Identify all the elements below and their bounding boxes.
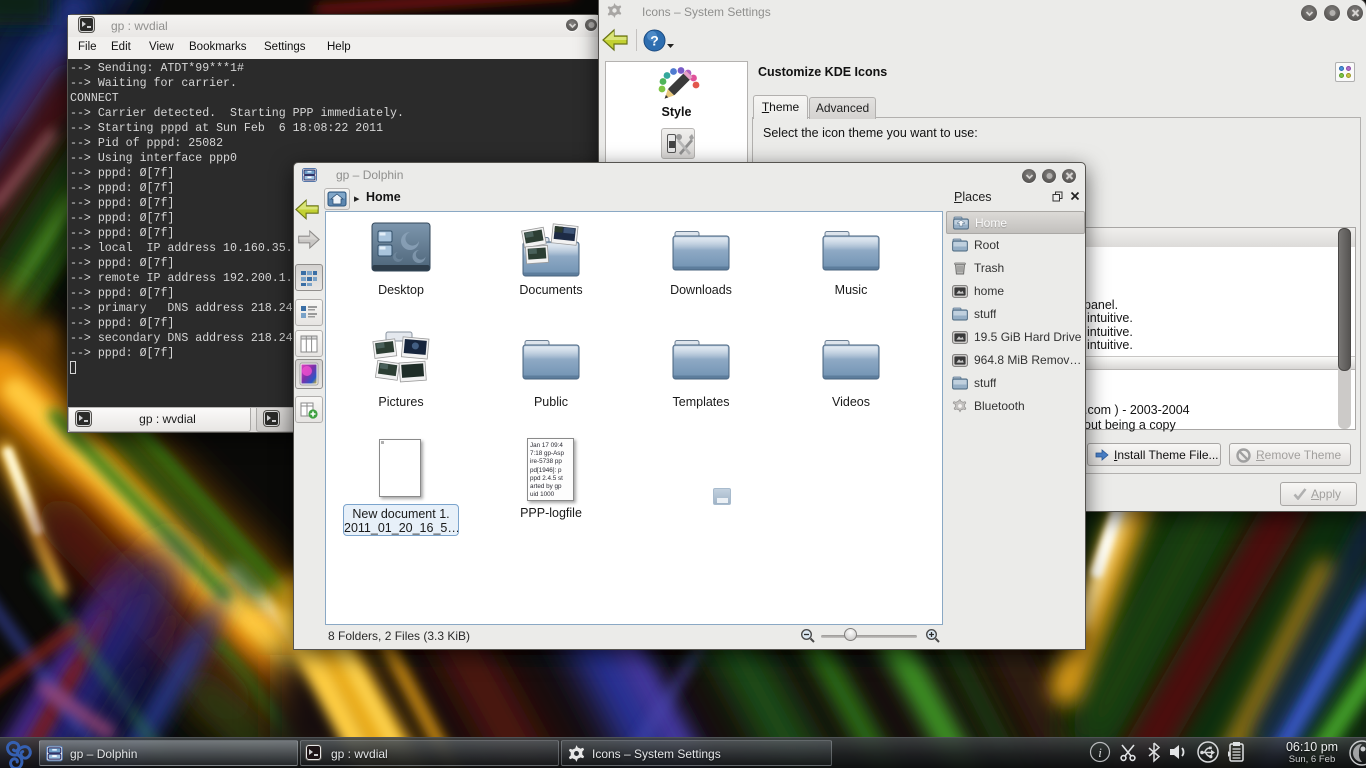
svg-text:i: i — [1098, 745, 1102, 760]
svg-text:?: ? — [650, 33, 659, 49]
